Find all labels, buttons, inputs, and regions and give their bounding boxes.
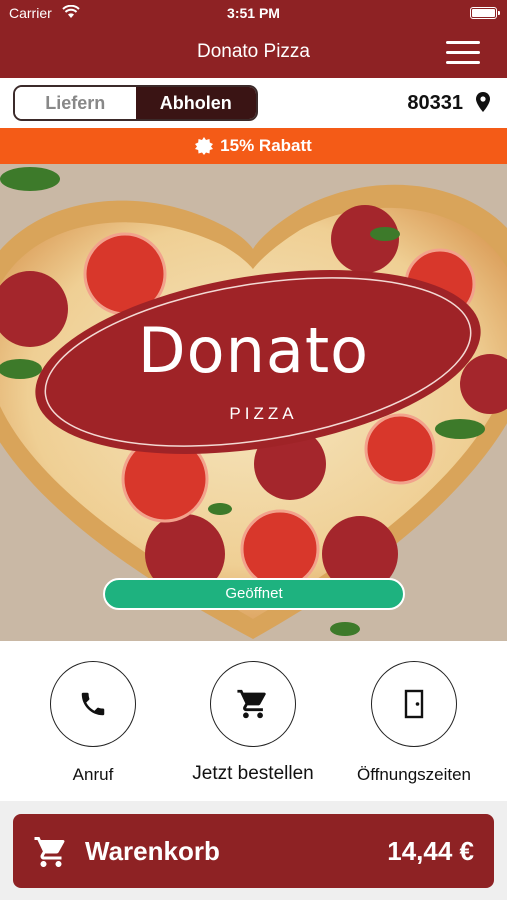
segment-abholen[interactable]: Abholen xyxy=(135,87,256,119)
cart-label: Warenkorb xyxy=(85,836,220,866)
hero-pizza-image: Donato PIZZA Geöffnet xyxy=(0,164,507,641)
discount-text: 15% Rabatt xyxy=(220,136,312,155)
logo-name: Donato xyxy=(137,314,370,387)
open-status-button[interactable]: Geöffnet xyxy=(103,578,405,610)
cart-area: Warenkorb 14,44 € xyxy=(0,801,507,900)
delivery-mode-row: Liefern Abholen 80331 xyxy=(0,78,507,128)
pizza-illustration xyxy=(0,164,507,641)
cart-total: 14,44 € xyxy=(387,836,474,866)
hours-circle[interactable] xyxy=(371,661,457,747)
status-time: 3:51 PM xyxy=(227,5,280,21)
page-title: Donato Pizza xyxy=(196,41,310,62)
location-pin-icon[interactable] xyxy=(476,92,490,112)
door-icon xyxy=(404,689,424,719)
order-now-label: Jetzt bestellen xyxy=(192,763,314,784)
badge-icon xyxy=(195,137,214,155)
quick-actions: Anruf Jetzt bestellen Öffnungszeiten xyxy=(0,641,507,801)
logo-subtitle: PIZZA xyxy=(229,404,298,423)
opening-hours-label: Öffnungszeiten xyxy=(356,765,472,784)
opening-hours-action[interactable]: Öffnungszeiten xyxy=(344,661,484,785)
order-circle[interactable] xyxy=(210,661,296,747)
hamburger-menu-icon[interactable] xyxy=(446,41,480,65)
battery-icon xyxy=(470,7,500,19)
segment-liefern[interactable]: Liefern xyxy=(15,87,136,119)
call-action[interactable]: Anruf xyxy=(23,661,163,785)
delivery-mode-toggle: Liefern Abholen xyxy=(13,85,258,121)
shopping-cart-icon xyxy=(34,837,65,867)
status-bar: Carrier 3:51 PM xyxy=(0,0,507,26)
order-now-action[interactable]: Jetzt bestellen xyxy=(183,661,323,785)
phone-icon xyxy=(81,692,105,716)
call-label: Anruf xyxy=(72,765,114,784)
call-circle[interactable] xyxy=(50,661,136,747)
shopping-cart-icon xyxy=(237,689,266,719)
discount-banner[interactable]: 15% Rabatt xyxy=(0,128,507,164)
cart-button[interactable]: Warenkorb 14,44 € xyxy=(13,814,494,888)
nav-bar: Donato Pizza xyxy=(0,26,507,78)
zip-code[interactable]: 80331 xyxy=(407,92,463,115)
